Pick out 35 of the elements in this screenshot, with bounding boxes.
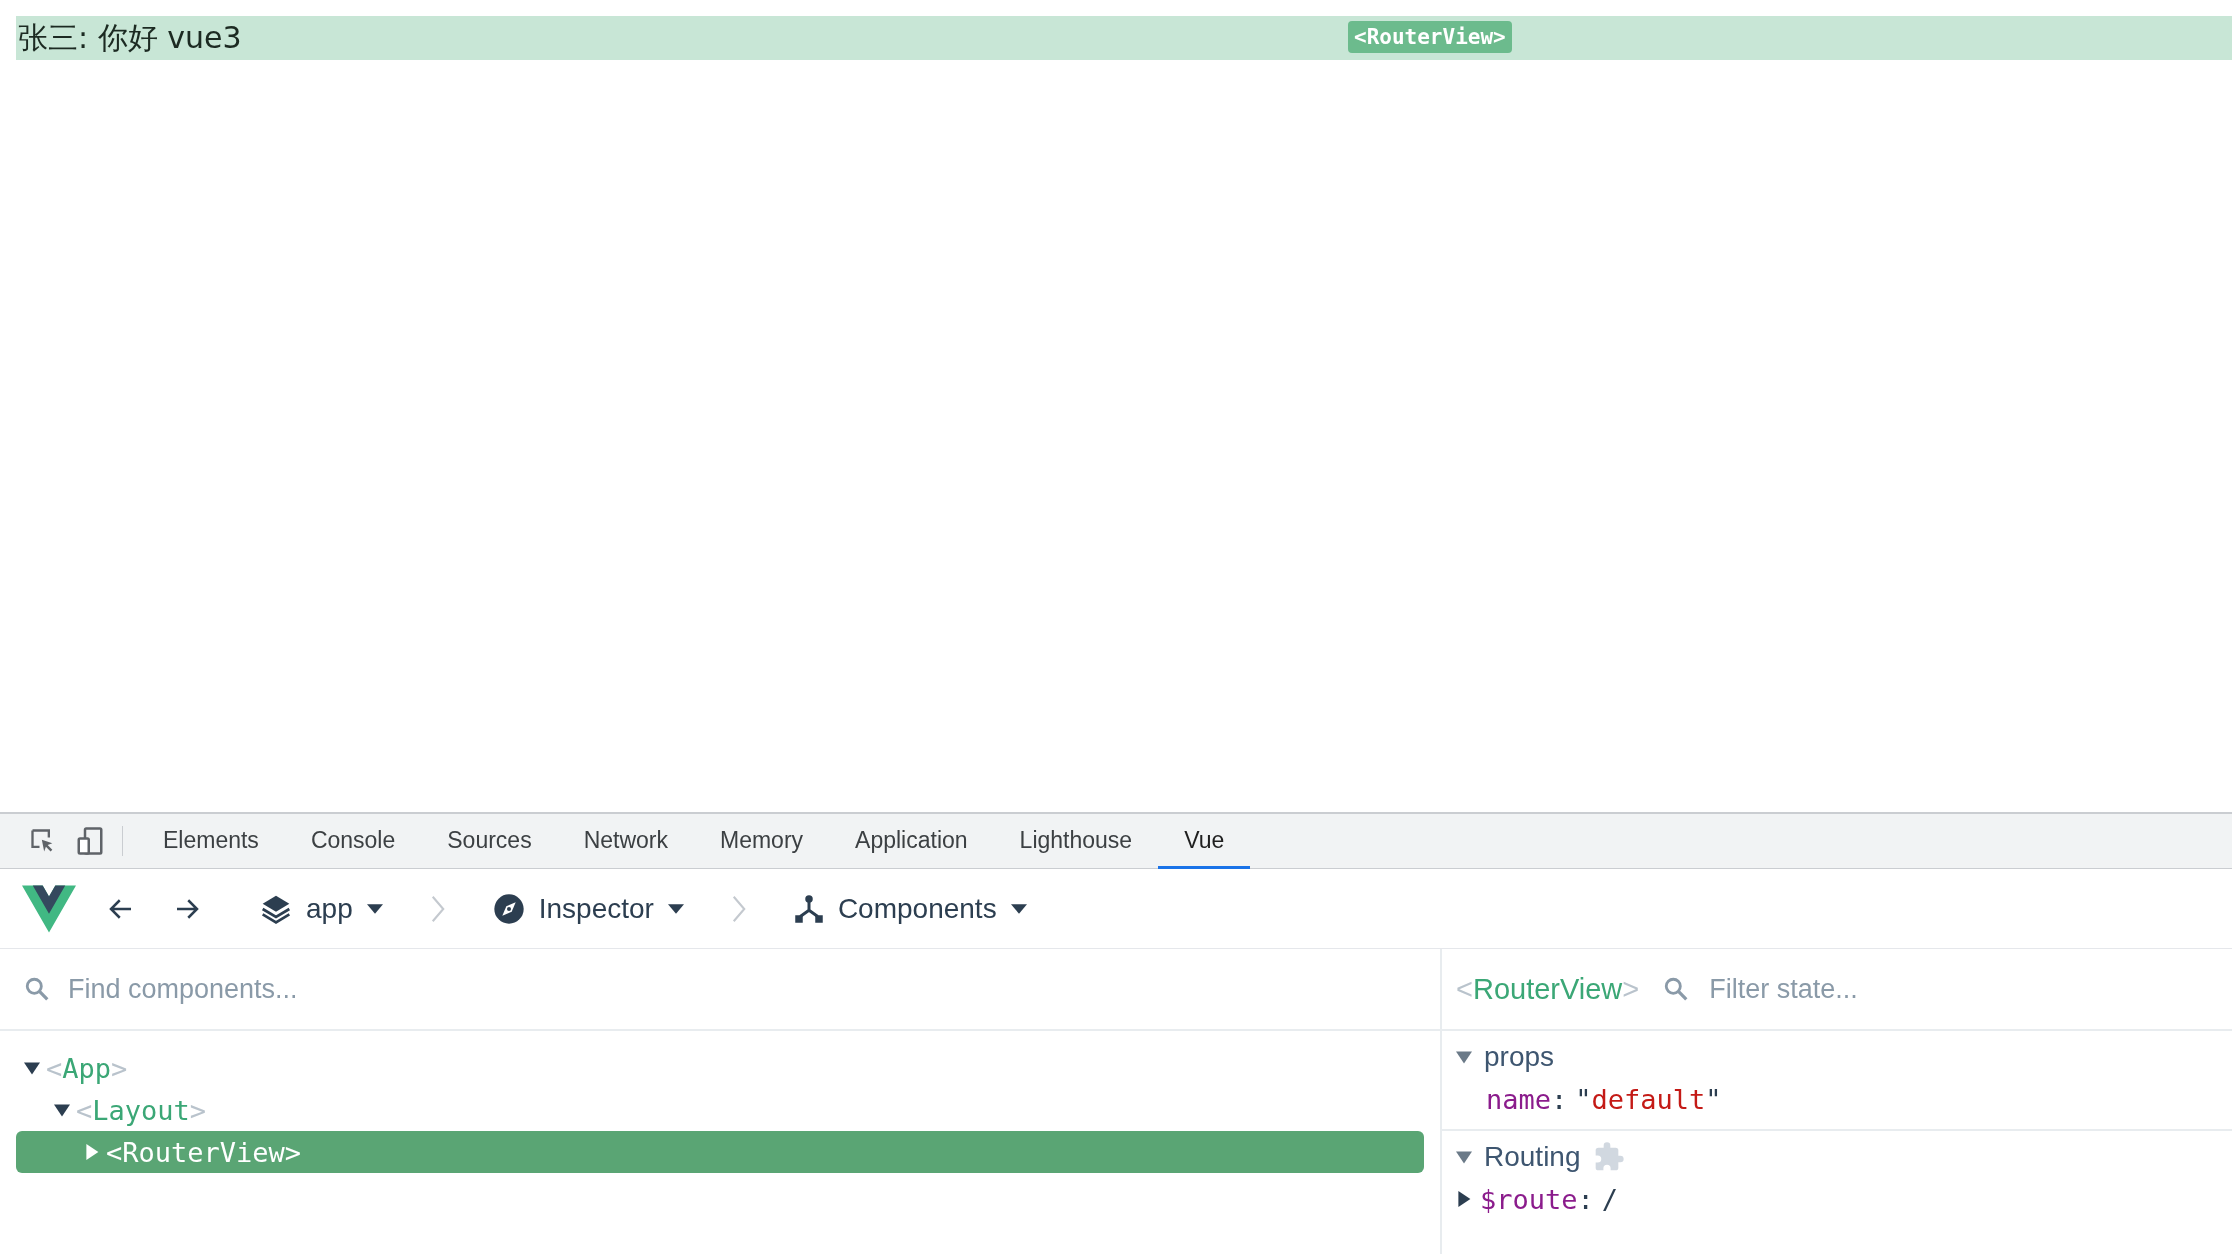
state-entry[interactable]: $route: / <box>1456 1177 2232 1221</box>
compass-icon <box>492 892 525 925</box>
find-components-field[interactable]: Find components... <box>68 973 1440 1005</box>
state-section-header[interactable]: props <box>1456 1037 2232 1077</box>
page-heading: 张三: 你好 vue3 <box>17 18 242 57</box>
chevron-separator-icon <box>430 894 445 923</box>
expanded-triangle-icon[interactable] <box>54 1102 70 1118</box>
caret-icon <box>1010 903 1027 914</box>
filter-state-field[interactable]: Filter state... <box>1709 973 2232 1005</box>
state-section-title: Routing <box>1484 1141 1581 1173</box>
search-icon <box>24 976 50 1002</box>
chevron-separator-icon <box>731 894 746 923</box>
devtools-tab[interactable]: Lighthouse <box>993 814 1159 869</box>
devtools-tab[interactable]: Network <box>557 814 694 869</box>
devtools-tab[interactable]: Application <box>829 814 994 869</box>
component-name-badge: <RouterView> <box>1348 21 1512 53</box>
components-selector[interactable]: Components <box>785 886 1035 931</box>
caret-icon <box>366 903 383 914</box>
search-icon <box>1663 976 1690 1002</box>
collapsed-triangle-icon[interactable] <box>1456 1191 1472 1207</box>
expanded-triangle-icon[interactable] <box>24 1060 40 1076</box>
caret-icon <box>667 903 684 914</box>
vue-logo-icon <box>22 884 76 933</box>
hierarchy-icon <box>793 893 824 924</box>
devtools-tab[interactable]: Console <box>284 814 422 869</box>
devtools-tab[interactable]: Elements <box>137 814 285 869</box>
inspector-selector[interactable]: Inspector <box>484 886 692 931</box>
devtools-tab[interactable]: Sources <box>421 814 558 869</box>
state-section-title: props <box>1484 1041 1555 1073</box>
devtools-tab[interactable]: Vue <box>1158 814 1251 869</box>
state-entry[interactable]: name: "default" <box>1456 1077 2232 1121</box>
selected-component-name: <RouterView> <box>1456 972 1640 1006</box>
devtools-tab[interactable]: Memory <box>694 814 830 869</box>
app-selector[interactable]: app <box>252 886 391 931</box>
device-toolbar-icon[interactable] <box>75 825 105 857</box>
